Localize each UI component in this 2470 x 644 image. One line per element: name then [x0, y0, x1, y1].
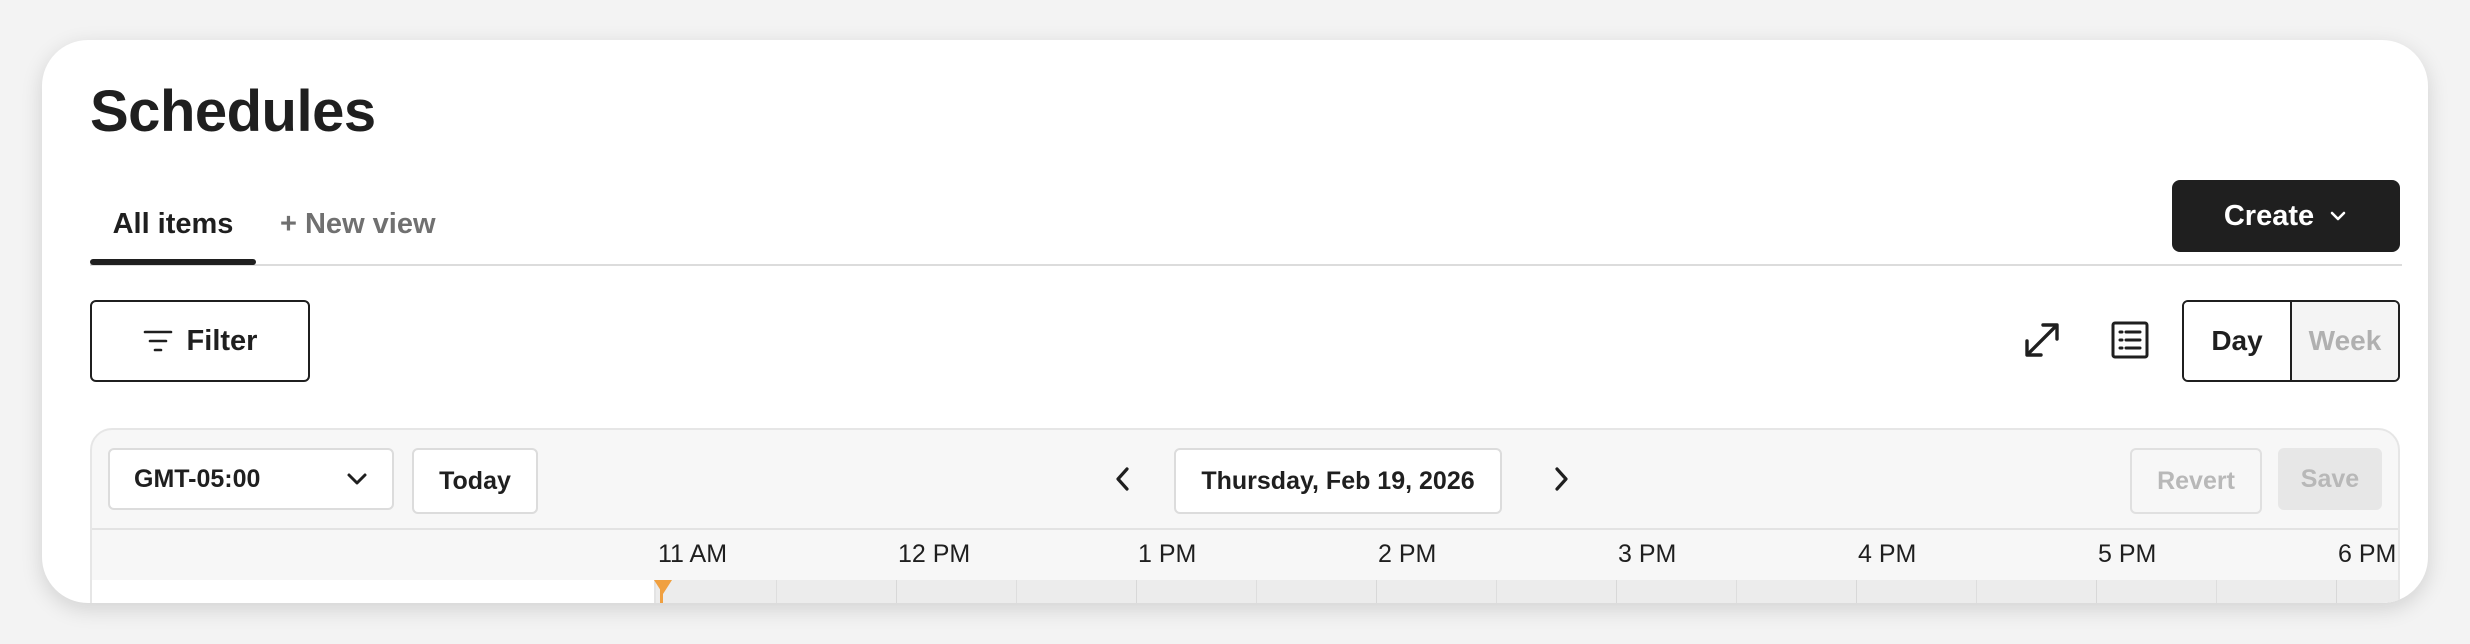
chevron-down-icon	[2330, 211, 2346, 221]
hour-label: 6 PM	[2338, 540, 2397, 568]
create-button[interactable]: Create	[2172, 180, 2400, 252]
hour-label: 2 PM	[1378, 540, 1437, 568]
grid-line	[1136, 580, 1137, 603]
hour-label: 5 PM	[2098, 540, 2157, 568]
grid-line	[2096, 580, 2097, 603]
grid-line	[1736, 580, 1737, 603]
current-time-marker-head	[654, 580, 672, 594]
chevron-left-icon	[1116, 467, 1129, 491]
chevron-down-icon	[347, 473, 367, 485]
filter-button[interactable]: Filter	[90, 300, 310, 382]
week-toggle-button[interactable]: Week	[2292, 302, 2398, 380]
previous-day-button[interactable]	[1096, 452, 1150, 506]
hour-label: 4 PM	[1858, 540, 1917, 568]
current-time-marker	[654, 580, 672, 603]
today-button[interactable]: Today	[412, 448, 538, 514]
create-button-label: Create	[2223, 199, 2315, 232]
grid-line	[776, 580, 777, 603]
hour-label: 11 AM	[658, 540, 728, 568]
calendar-panel: GMT-05:00 Today Thursday, Feb 19, 2026 R…	[90, 428, 2400, 603]
grid-line	[1016, 580, 1017, 603]
filter-lines-icon	[143, 330, 172, 352]
list-view-icon	[2111, 321, 2149, 359]
grid-line	[1376, 580, 1377, 603]
expand-button[interactable]	[2014, 312, 2070, 368]
expand-arrows-icon	[2025, 323, 2059, 357]
schedules-card: Schedules All items + New view Create Fi…	[42, 40, 2428, 603]
tab-new-view[interactable]: + New view	[280, 196, 436, 262]
current-date-display[interactable]: Thursday, Feb 19, 2026	[1174, 448, 1502, 514]
hour-label: 12 PM	[898, 540, 971, 568]
grid-line	[1976, 580, 1977, 603]
grid-line	[896, 580, 897, 603]
resource-column	[92, 580, 656, 603]
timezone-select[interactable]: GMT-05:00	[108, 448, 394, 510]
revert-button[interactable]: Revert	[2130, 448, 2262, 514]
day-week-toggle: Day Week	[2182, 300, 2400, 382]
timezone-value: GMT-05:00	[134, 464, 261, 493]
tab-all-items[interactable]: All items	[90, 196, 256, 265]
hour-label: 3 PM	[1618, 540, 1677, 568]
list-view-button[interactable]	[2102, 312, 2158, 368]
grid-line	[2336, 580, 2337, 603]
chevron-right-icon	[1555, 467, 1568, 491]
save-button[interactable]: Save	[2278, 448, 2382, 510]
grid-line	[1856, 580, 1857, 603]
hour-label: 1 PM	[1138, 540, 1197, 568]
day-toggle-button[interactable]: Day	[2184, 302, 2292, 380]
grid-line	[1616, 580, 1617, 603]
grid-line	[2216, 580, 2217, 603]
grid-line	[1496, 580, 1497, 603]
grid-line	[1256, 580, 1257, 603]
page-title: Schedules	[90, 79, 376, 144]
view-tabs: All items + New view	[90, 196, 2402, 266]
timeline-grid[interactable]	[654, 580, 2398, 603]
timeline-header: 11 AM 12 PM 1 PM 2 PM 3 PM 4 PM 5 PM 6 P…	[92, 528, 2398, 582]
next-day-button[interactable]	[1534, 452, 1588, 506]
filter-button-label: Filter	[186, 324, 258, 357]
